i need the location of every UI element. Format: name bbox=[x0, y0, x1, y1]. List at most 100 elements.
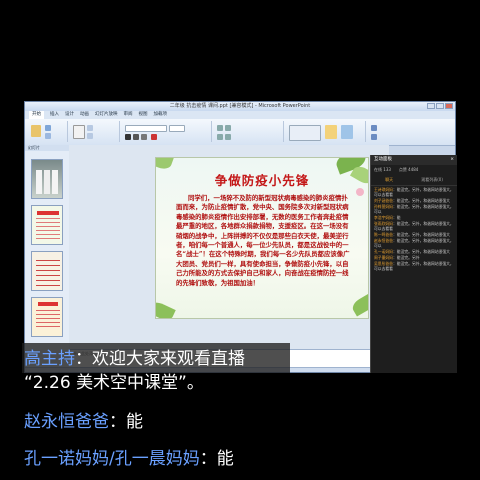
chat-message: 周子墨妈妈：能没完。另外 bbox=[371, 255, 457, 260]
replace-icon[interactable] bbox=[371, 134, 377, 140]
chat-text: ：能 bbox=[392, 215, 401, 220]
tab-design[interactable]: 设计 bbox=[65, 111, 74, 119]
chat-message: 张雨欣妈妈：能没完。另外，和谐网站很强大，可以去看看 bbox=[371, 221, 457, 231]
chat-text: ：能没完。另外 bbox=[392, 255, 420, 260]
tab-home[interactable]: 开始 bbox=[29, 111, 44, 119]
tab-slideshow[interactable]: 幻灯片放映 bbox=[95, 111, 118, 119]
current-slide[interactable]: 争做防疫小先锋 同学们，一场猝不及防的新型冠状病毒感染的肺炎疫情扑面而来，为防止… bbox=[155, 157, 369, 319]
live-comment: 赵永恒爸爸：能 bbox=[24, 407, 143, 432]
chat-message: 吴思彤爸爸：能没完。另外，和谐网站很强大，可以去看看 bbox=[371, 261, 457, 271]
ribbon-group-editing bbox=[367, 121, 427, 142]
slide-thumbnail[interactable]: 3 bbox=[31, 251, 63, 291]
tab-view[interactable]: 视图 bbox=[139, 111, 148, 119]
slides-pane-header: 幻灯片 bbox=[25, 145, 69, 151]
maximize-icon[interactable] bbox=[436, 103, 444, 109]
comment-author: 高主持 bbox=[24, 349, 75, 369]
window-controls bbox=[427, 103, 453, 109]
tab-addins[interactable]: 加载项 bbox=[154, 111, 168, 119]
window-title: 二年级 抗击疫情 课间.ppt [兼容模式] - Microsoft Power… bbox=[169, 103, 311, 109]
copy-icon[interactable] bbox=[45, 133, 51, 139]
slide-thumbnail[interactable]: 4 bbox=[31, 297, 63, 337]
ribbon-group-paragraph bbox=[213, 121, 284, 142]
online-count: 在线 133 bbox=[374, 167, 391, 172]
ribbon-group-drawing bbox=[285, 121, 366, 142]
thumb-text-lines bbox=[36, 260, 60, 286]
align-center-icon[interactable] bbox=[225, 134, 231, 140]
chat-sender: 刘子涵爸爸 bbox=[374, 198, 393, 203]
chat-message: 李浩宇妈妈：能 bbox=[371, 215, 457, 220]
slides-pane: 幻灯片 1 2 3 4 bbox=[25, 145, 70, 372]
underline-icon[interactable] bbox=[141, 134, 147, 140]
figure-shape bbox=[36, 170, 42, 194]
chat-panel-header: 互动面板 × bbox=[371, 155, 457, 165]
bullets-icon[interactable] bbox=[217, 125, 223, 131]
ribbon bbox=[25, 119, 455, 146]
figure-shape bbox=[52, 170, 58, 194]
arrange-icon[interactable] bbox=[325, 125, 337, 139]
chat-sender: 陈一鸣爸爸 bbox=[374, 232, 393, 237]
minimize-icon[interactable] bbox=[427, 103, 435, 109]
chat-panel: 互动面板 × 在线 133 点赞 4484 聊天 观看列表(0) 王诗琪妈妈：能… bbox=[370, 155, 457, 373]
tab-insert[interactable]: 插入 bbox=[50, 111, 59, 119]
live-comment: 孔一诺妈妈/孔一晨妈妈：能 bbox=[24, 444, 234, 469]
comment-author: 孔一诺妈妈/孔一晨妈妈 bbox=[24, 449, 200, 469]
layout-icon[interactable] bbox=[87, 125, 93, 131]
slide-thumbnail[interactable]: 1 bbox=[31, 159, 63, 199]
chat-sender: 孔一诺妈妈 bbox=[374, 249, 393, 254]
comment-text: 能 bbox=[216, 449, 234, 469]
new-slide-icon[interactable] bbox=[73, 125, 85, 139]
close-icon[interactable]: × bbox=[450, 155, 454, 165]
find-icon[interactable] bbox=[371, 125, 377, 131]
flower-decoration bbox=[356, 188, 364, 196]
window-titlebar: 二年级 抗击疫情 课间.ppt [兼容模式] - Microsoft Power… bbox=[25, 102, 455, 111]
like-count: 点赞 4484 bbox=[398, 167, 419, 172]
slide-thumbnail[interactable]: 2 bbox=[31, 205, 63, 245]
comment-separator: ： bbox=[75, 349, 92, 369]
leaf-decoration bbox=[156, 299, 176, 318]
thumb-title-bar bbox=[37, 211, 59, 215]
font-color-icon[interactable] bbox=[151, 134, 157, 140]
italic-icon[interactable] bbox=[133, 134, 139, 140]
chat-text: ：能没完。另外，和谐网站很强大 bbox=[392, 198, 450, 203]
slide-body-text: 同学们，一场猝不及防的新型冠状病毒感染的肺炎疫情扑面而来，为防止疫情扩散，党中央… bbox=[176, 194, 350, 287]
chat-text: ：能没完。另外，和谐网站很强大 bbox=[392, 249, 450, 254]
chat-panel-title: 互动面板 bbox=[374, 157, 392, 162]
live-comment: 高主持：欢迎大家来观看直播 bbox=[24, 344, 245, 369]
live-comment: “2.26 美术空中课堂”。 bbox=[24, 368, 204, 393]
chat-tabs: 聊天 观看列表(0) bbox=[371, 175, 457, 186]
chat-message-list: 王诗琪妈妈：能没完。另外，和谐网站很强大，可以去看看 刘子涵爸爸：能没完。另外，… bbox=[371, 187, 457, 271]
chat-text: ：能没完。另外，和谐网站很强大 bbox=[392, 232, 450, 237]
paste-icon[interactable] bbox=[31, 125, 41, 137]
ribbon-group-font bbox=[121, 121, 212, 142]
chat-message: 赵永恒爸爸：能没完。另外，和谐网站很强大，可以 bbox=[371, 238, 457, 248]
font-name-select[interactable] bbox=[125, 125, 167, 132]
chat-message: 刘子涵爸爸：能没完。另外，和谐网站很强大 bbox=[371, 198, 457, 203]
live-comment-overlay: 高主持：欢迎大家来观看直播 “2.26 美术空中课堂”。 赵永恒爸爸：能 孔一诺… bbox=[0, 343, 480, 480]
chat-sender: 李浩宇妈妈 bbox=[374, 215, 393, 220]
tab-review[interactable]: 审阅 bbox=[124, 111, 133, 119]
cut-icon[interactable] bbox=[45, 125, 51, 131]
chat-message: 陈一鸣爸爸：能没完。另外，和谐网站很强大 bbox=[371, 232, 457, 237]
thumb-text-lines bbox=[36, 310, 60, 330]
tab-chat[interactable]: 聊天 bbox=[385, 177, 393, 183]
close-icon[interactable] bbox=[445, 103, 453, 109]
comment-text: 欢迎大家来观看直播 bbox=[92, 349, 245, 369]
bold-icon[interactable] bbox=[125, 134, 131, 140]
chat-message: 孙梓萱妈妈：能没完。另外，和谐网站很强大，可以 bbox=[371, 204, 457, 214]
reset-icon[interactable] bbox=[87, 133, 93, 139]
tab-viewers[interactable]: 观看列表(0) bbox=[421, 177, 443, 183]
quick-styles-icon[interactable] bbox=[341, 125, 353, 139]
comment-separator: ： bbox=[109, 412, 126, 432]
figure-shape bbox=[44, 170, 50, 194]
comment-separator: ： bbox=[199, 449, 217, 469]
tab-animation[interactable]: 动画 bbox=[80, 111, 89, 119]
comment-author: 赵永恒爸爸 bbox=[24, 412, 109, 432]
chat-message: 王诗琪妈妈：能没完。另外，和谐网站很强大，可以去看看 bbox=[371, 187, 457, 197]
shapes-gallery[interactable] bbox=[289, 125, 321, 141]
font-size-select[interactable] bbox=[169, 125, 185, 132]
chat-stats: 在线 133 点赞 4484 bbox=[371, 165, 457, 175]
numbering-icon[interactable] bbox=[225, 125, 231, 131]
comment-text: “2.26 美术空中课堂”。 bbox=[24, 373, 204, 393]
leaf-decoration bbox=[349, 293, 368, 317]
align-left-icon[interactable] bbox=[217, 134, 223, 140]
